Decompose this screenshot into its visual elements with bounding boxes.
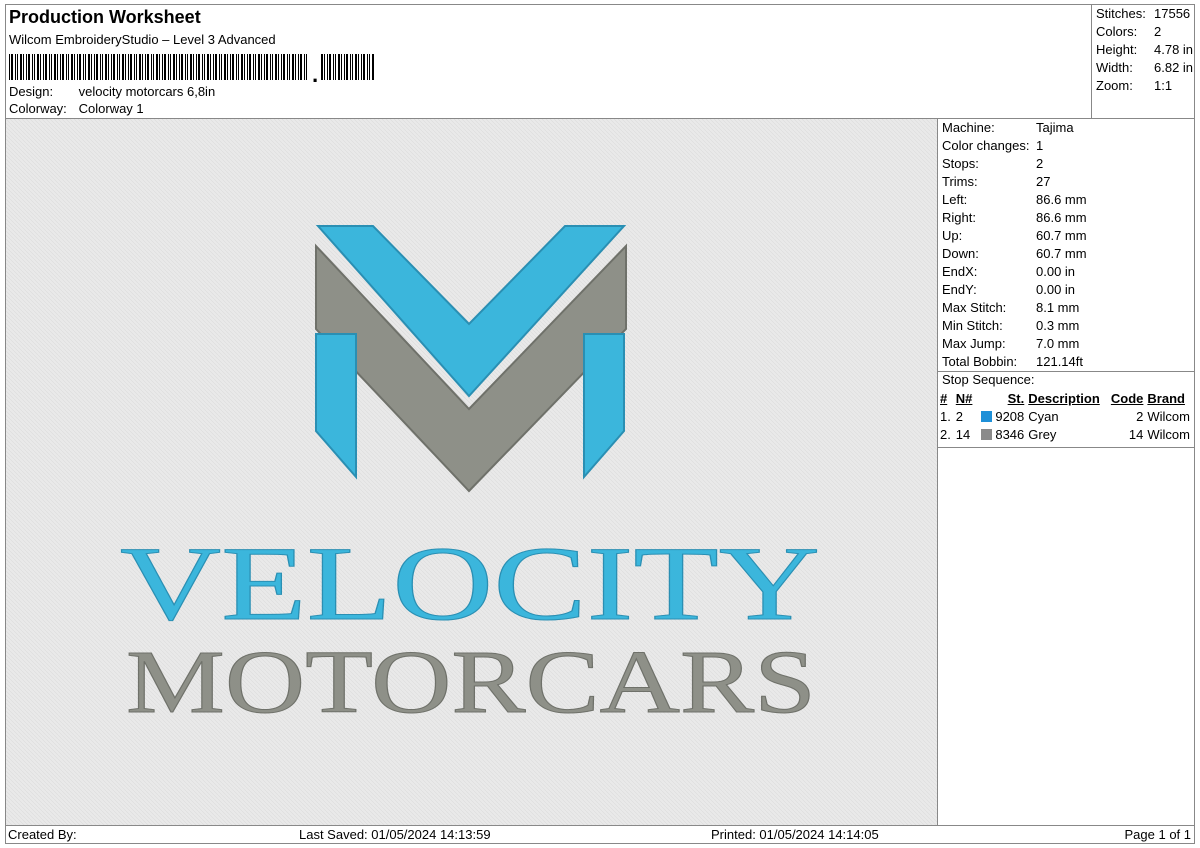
stop-sequence-header: # N# St. Description Code Brand xyxy=(938,389,1195,407)
stop-sequence-table: # N# St. Description Code Brand 1. 2 920… xyxy=(938,389,1195,443)
table-row: 2. 14 8346 Grey 14 Wilcom xyxy=(940,426,1190,442)
machine-row: Trims: 27 xyxy=(942,174,1051,189)
col-stitches: St. xyxy=(1007,390,1025,406)
col-index: # xyxy=(940,390,948,406)
stat-width: Width: 6.82 in xyxy=(1096,60,1194,75)
machine-row: Down: 60.7 mm xyxy=(942,246,1087,261)
machine-row: Total Bobbin: 121.14ft xyxy=(942,354,1083,369)
col-code: Code xyxy=(1110,390,1144,406)
colorway-value: Colorway 1 xyxy=(78,101,144,116)
worksheet-title: Production Worksheet xyxy=(9,7,201,27)
design-row: Design: velocity motorcars 6,8in xyxy=(9,84,215,99)
stat-zoom: Zoom: 1:1 xyxy=(1096,78,1173,93)
worksheet-footer: Created By: Last Saved: 01/05/2024 14:13… xyxy=(5,825,1195,844)
machine-row: Max Jump: 7.0 mm xyxy=(942,336,1080,351)
col-needle: N# xyxy=(955,390,973,406)
last-saved: Last Saved: 01/05/2024 14:13:59 xyxy=(299,827,491,842)
machine-row: Machine: Tajima xyxy=(942,120,1074,135)
machine-row: Min Stitch: 0.3 mm xyxy=(942,318,1080,333)
table-row: 1. 2 9208 Cyan 2 Wilcom xyxy=(940,408,1190,424)
machine-row: Max Stitch: 8.1 mm xyxy=(942,300,1080,315)
page-number: Page 1 of 1 xyxy=(1124,827,1192,842)
machine-row: EndX: 0.00 in xyxy=(942,264,1076,279)
machine-row: Right: 86.6 mm xyxy=(942,210,1087,225)
machine-row: Color changes: 1 xyxy=(942,138,1044,153)
stop-sequence-title: Stop Sequence: xyxy=(942,372,1035,387)
machine-row: Up: 60.7 mm xyxy=(942,228,1087,243)
brand-word-motorcars: MOTORCARS xyxy=(126,633,816,732)
machine-panel: Machine: Tajima Color changes: 1 Stops: 2 Trim… xyxy=(937,119,1195,825)
brand-word-velocity: VELOCITY xyxy=(120,525,820,642)
machine-row: Left: 86.6 mm xyxy=(942,192,1087,207)
color-swatch xyxy=(980,428,992,440)
stat-height: Height: 4.78 in xyxy=(1096,42,1194,57)
stop-sequence-end-divider xyxy=(938,447,1195,448)
design-label: Design: xyxy=(9,84,54,99)
design-value: velocity motorcars 6,8in xyxy=(78,84,216,99)
col-brand: Brand xyxy=(1147,390,1185,406)
worksheet-header: Production Worksheet Wilcom EmbroiderySt… xyxy=(5,4,1091,118)
barcode: , xyxy=(9,54,374,82)
colorway-label: Colorway: xyxy=(9,101,67,116)
software-name: Wilcom EmbroideryStudio – Level 3 Advanc… xyxy=(9,32,276,47)
machine-row: Stops: 2 xyxy=(942,156,1044,171)
stat-colors: Colors: 2 xyxy=(1096,24,1162,39)
design-stats: Stitches: 17556 Colors: 2 Height: 4.78 in W… xyxy=(1091,4,1195,118)
design-preview: VELOCITY MOTORCARS xyxy=(6,119,937,825)
svg-text:,: , xyxy=(312,62,318,82)
colorway-row: Colorway: Colorway 1 xyxy=(9,101,144,116)
printed-date: Printed: 01/05/2024 14:14:05 xyxy=(711,827,879,842)
stat-stitches: Stitches: 17556 xyxy=(1096,6,1191,21)
col-description: Description xyxy=(1028,390,1100,406)
embroidery-artwork: VELOCITY MOTORCARS xyxy=(6,119,937,825)
created-by: Created By: xyxy=(8,827,77,842)
color-swatch xyxy=(980,410,992,422)
machine-row: EndY: 0.00 in xyxy=(942,282,1076,297)
